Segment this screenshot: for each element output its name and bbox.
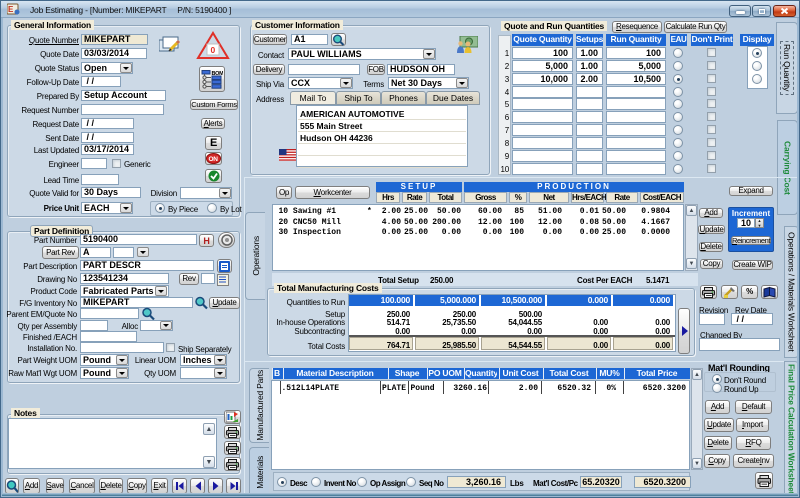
svg-text:E: E — [8, 5, 14, 14]
svg-text:ON: ON — [209, 156, 219, 163]
